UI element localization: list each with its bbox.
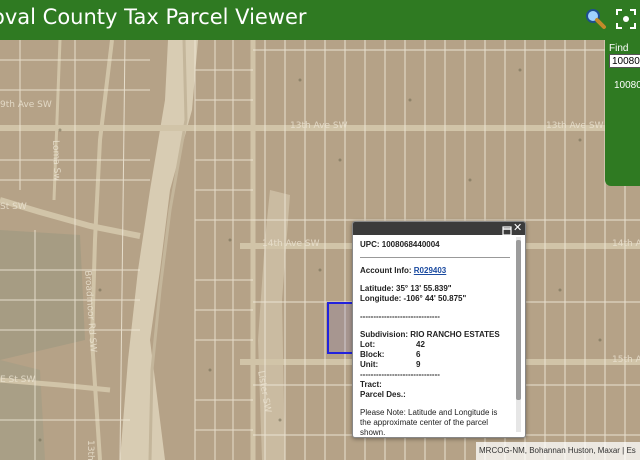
find-label: Find bbox=[609, 43, 629, 54]
map-attribution: MRCOG-NM, Bohannan Huston, Maxar | Es bbox=[476, 442, 640, 460]
find-input[interactable] bbox=[609, 54, 640, 68]
tract-text: Tract: bbox=[360, 380, 382, 389]
street-label: 13th Ave SW bbox=[546, 121, 604, 131]
popup-content: UPC: 1008068440004 Account Info: R029403… bbox=[360, 240, 510, 437]
subdivision-text: Subdivision: RIO RANCHO ESTATES bbox=[360, 330, 500, 339]
divider-dashes: ------------------------------ bbox=[360, 312, 440, 321]
street-label: St SW bbox=[0, 202, 27, 212]
divider bbox=[360, 252, 510, 258]
note-text: Please Note: Latitude and Longitude is t… bbox=[360, 408, 498, 437]
close-icon[interactable]: ✕ bbox=[513, 222, 522, 234]
street-label: 13th bbox=[85, 440, 95, 460]
account-label: Account Info: bbox=[360, 266, 412, 275]
parcel-des-text: Parcel Des.: bbox=[360, 390, 406, 399]
account-link[interactable]: R029403 bbox=[414, 266, 446, 275]
find-panel: Find 10080 bbox=[605, 40, 640, 186]
find-result-item[interactable]: 10080 bbox=[614, 80, 640, 91]
unit-value: 9 bbox=[416, 360, 421, 369]
popup-scroll-thumb[interactable] bbox=[516, 240, 521, 400]
street-label: 9th Ave SW bbox=[0, 100, 52, 110]
app-header: oval County Tax Parcel Viewer bbox=[0, 0, 640, 40]
street-label: E St SW bbox=[0, 375, 36, 385]
popup-titlebar: ✕ bbox=[353, 222, 525, 236]
lot-value: 42 bbox=[416, 340, 425, 349]
divider-dashes: ------------------------------ bbox=[360, 370, 440, 379]
lot-label: Lot: bbox=[360, 340, 376, 349]
street-label: Loma Sw bbox=[50, 140, 62, 181]
parcel-info-popup: ✕ UPC: 1008068440004 Account Info: R0294… bbox=[352, 221, 526, 438]
block-label: Block: bbox=[360, 350, 385, 359]
zoom-extent-icon[interactable] bbox=[614, 7, 638, 31]
app-title: oval County Tax Parcel Viewer bbox=[0, 5, 307, 29]
map-view[interactable]: 13th Ave SW 13th Ave SW 14th Ave SW 14th… bbox=[0, 40, 640, 460]
longitude-text: Longitude: -106° 44' 50.875" bbox=[360, 294, 467, 303]
maximize-icon[interactable] bbox=[502, 223, 512, 236]
street-label: 13th Ave SW bbox=[290, 121, 348, 131]
search-icon[interactable] bbox=[584, 7, 608, 31]
street-label: 14th Ave SW bbox=[262, 239, 320, 249]
unit-label: Unit: bbox=[360, 360, 379, 369]
street-label: 14th Ave bbox=[612, 239, 640, 249]
block-value: 6 bbox=[416, 350, 421, 359]
upc-text: UPC: 1008068440004 bbox=[360, 240, 440, 249]
street-label: 15th Ave bbox=[612, 355, 640, 365]
latitude-text: Latitude: 35° 13' 55.839" bbox=[360, 284, 452, 293]
aerial-imagery bbox=[0, 40, 640, 460]
